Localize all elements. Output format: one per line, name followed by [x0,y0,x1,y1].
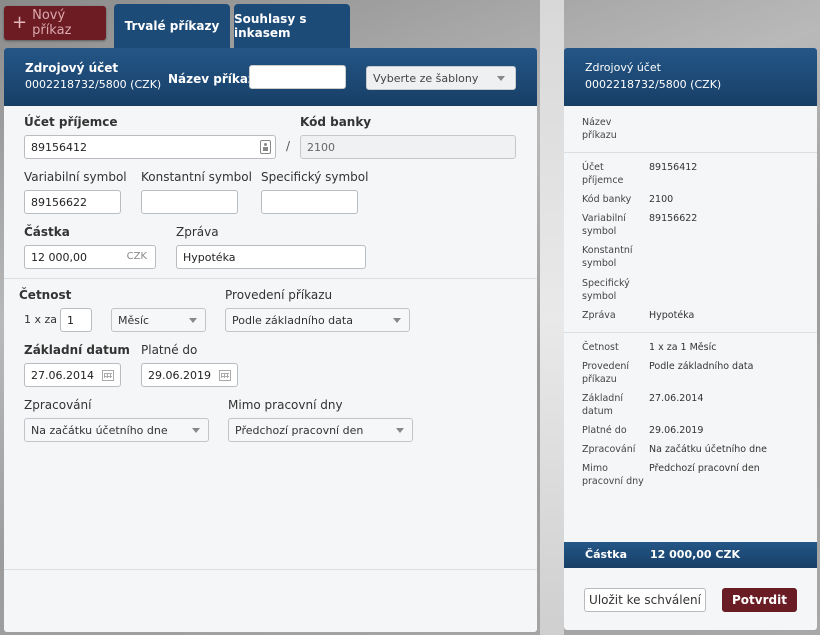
valid-to-input[interactable]: 29.06.2019 [141,363,238,387]
amount-input[interactable]: 12 000,00 CZK [24,245,156,269]
chevron-down-icon [189,318,197,323]
valid-to-value: 29.06.2019 [148,369,211,382]
summary-label: Konstantní symbol [582,245,633,269]
summary-value: 2100 [649,194,674,205]
save-for-approval-button[interactable]: Uložit ke schválení [584,588,706,612]
summary-label: Specifický symbol [582,278,630,302]
summary-name-label: Název příkazu [582,117,617,141]
currency-label: CZK [126,251,147,262]
summary-value: Podle základního data [649,361,754,372]
bank-code-input[interactable]: 2100 [300,135,516,159]
recipient-account-input[interactable]: 89156412 [24,135,276,159]
frequency-label: Četnost [19,288,72,302]
summary-label: Účet příjemce [582,162,624,186]
summary-label: Platné do [582,425,627,436]
template-select[interactable]: Vyberte ze šablony [366,66,516,90]
nonworking-days-label: Mimo pracovní dny [228,398,343,412]
variable-symbol-label: Variabilní symbol [24,170,127,184]
summary-value: Na začátku účetního dne [649,444,767,455]
execution-select[interactable]: Podle základního data [225,308,410,332]
base-date-label: Základní datum [24,343,130,357]
frequency-count-input[interactable]: 1 [60,308,92,332]
address-book-icon[interactable] [260,140,271,154]
amount-label: Částka [24,225,70,239]
frequency-prefix: 1 x za [24,313,58,326]
new-order-label: Nový příkaz [32,8,72,38]
nonworking-days-select[interactable]: Předchozí pracovní den [228,418,413,442]
summary-value: 89156412 [649,162,698,173]
plus-icon: + [12,12,28,33]
constant-symbol-label: Konstantní symbol [141,170,252,184]
order-form-panel: Zdrojový účet 0002218732/5800 (CZK) Náze… [4,48,537,632]
divider [4,278,537,279]
valid-to-label: Platné do [141,343,198,357]
template-select-value: Vyberte ze šablony [373,72,479,85]
form-header: Zdrojový účet 0002218732/5800 (CZK) Náze… [4,48,537,106]
execution-label: Provedení příkazu [225,288,333,302]
summary-header: Zdrojový účet 0002218732/5800 (CZK) [564,48,817,106]
summary-label: Provedení příkazu [582,361,630,385]
summary-value: 27.06.2014 [649,393,704,404]
message-input[interactable]: Hypotéka [176,245,366,269]
recipient-account-label: Účet příjemce [24,115,118,129]
chevron-down-icon [393,318,401,323]
chevron-down-icon [192,428,200,433]
summary-value: 29.06.2019 [649,425,704,436]
summary-total-bar: Částka 12 000,00 CZK [564,542,817,568]
amount-value: 12 000,00 [31,251,87,264]
summary-value: Hypotéka [649,310,695,321]
execution-value: Podle základního data [232,314,353,327]
divider [564,332,817,333]
summary-label: Základní datum [582,393,623,417]
summary-panel: Zdrojový účet 0002218732/5800 (CZK) Náze… [564,48,817,630]
source-account-label: Zdrojový účet [25,61,119,75]
summary-label: Mimo pracovní dny [582,463,644,487]
processing-label: Zpracování [24,398,92,412]
calendar-icon[interactable] [219,370,231,381]
tab-label: Souhlasy s inkasem [234,12,307,40]
summary-source-value: 0002218732/5800 (CZK) [585,78,722,91]
divider [564,152,817,153]
summary-label: Četnost [582,342,619,353]
specific-symbol-input[interactable] [261,190,358,214]
message-label: Zpráva [176,225,219,239]
confirm-button[interactable]: Potvrdit [722,588,797,612]
summary-value: Předchozí pracovní den [649,463,760,474]
slash-separator: / [286,139,291,153]
summary-label: Zpráva [582,310,616,321]
summary-label: Variabilní symbol [582,213,626,237]
recipient-account-value: 89156412 [31,141,87,154]
tab-standing-orders[interactable]: Trvalé příkazy [114,4,230,48]
summary-value: 89156622 [649,213,698,224]
total-label: Částka [585,548,628,561]
base-date-input[interactable]: 27.06.2014 [24,363,121,387]
summary-label: Zpracování [582,444,636,455]
processing-value: Na začátku účetního dne [31,424,168,437]
new-order-button[interactable]: + Nový příkaz [4,6,106,40]
order-name-input[interactable] [249,65,346,89]
divider [4,569,537,570]
bank-code-label: Kód banky [300,115,372,129]
source-account-value: 0002218732/5800 (CZK) [25,78,162,91]
frequency-unit-select[interactable]: Měsíc [111,308,206,332]
tab-direct-debits[interactable]: Souhlasy s inkasem [234,4,350,48]
constant-symbol-input[interactable] [141,190,238,214]
total-value: 12 000,00 CZK [650,548,740,561]
frequency-unit-value: Měsíc [118,314,150,327]
variable-symbol-input[interactable]: 89156622 [24,190,121,214]
base-date-value: 27.06.2014 [31,369,94,382]
calendar-icon[interactable] [102,370,114,381]
chevron-down-icon [396,428,404,433]
summary-label: Kód banky [582,194,632,205]
tab-label: Trvalé příkazy [124,19,220,33]
specific-symbol-label: Specifický symbol [261,170,369,184]
summary-value: 1 x za 1 Měsíc [649,342,717,353]
chevron-down-icon [497,76,505,81]
processing-select[interactable]: Na začátku účetního dne [24,418,209,442]
nonworking-days-value: Předchozí pracovní den [235,424,364,437]
summary-source-label: Zdrojový účet [585,61,661,74]
background-strip [540,0,564,635]
